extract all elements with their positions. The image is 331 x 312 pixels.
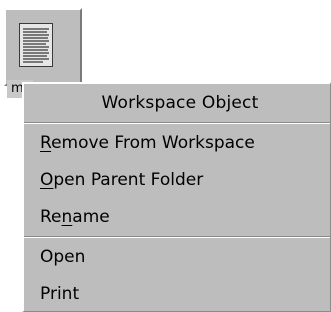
- workspace-object-icon[interactable]: [4, 8, 82, 86]
- menu-item-open-parent-folder[interactable]: Open Parent Folder: [24, 162, 330, 199]
- menu-item-rename[interactable]: Rename: [24, 199, 330, 236]
- menu-title: Workspace Object: [101, 93, 259, 113]
- menu-item-print[interactable]: Print: [24, 276, 330, 312]
- menu-separator: [24, 122, 330, 124]
- mnemonic: n: [61, 207, 73, 227]
- menu-separator: [24, 236, 330, 238]
- menu-item-open[interactable]: Open: [24, 239, 330, 276]
- document-icon: [19, 23, 53, 67]
- mnemonic: O: [40, 170, 54, 190]
- mnemonic: R: [40, 133, 52, 153]
- menu-item-remove-from-workspace[interactable]: Remove From Workspace: [24, 125, 330, 162]
- context-menu: Workspace Object Remove From Workspace O…: [22, 82, 331, 312]
